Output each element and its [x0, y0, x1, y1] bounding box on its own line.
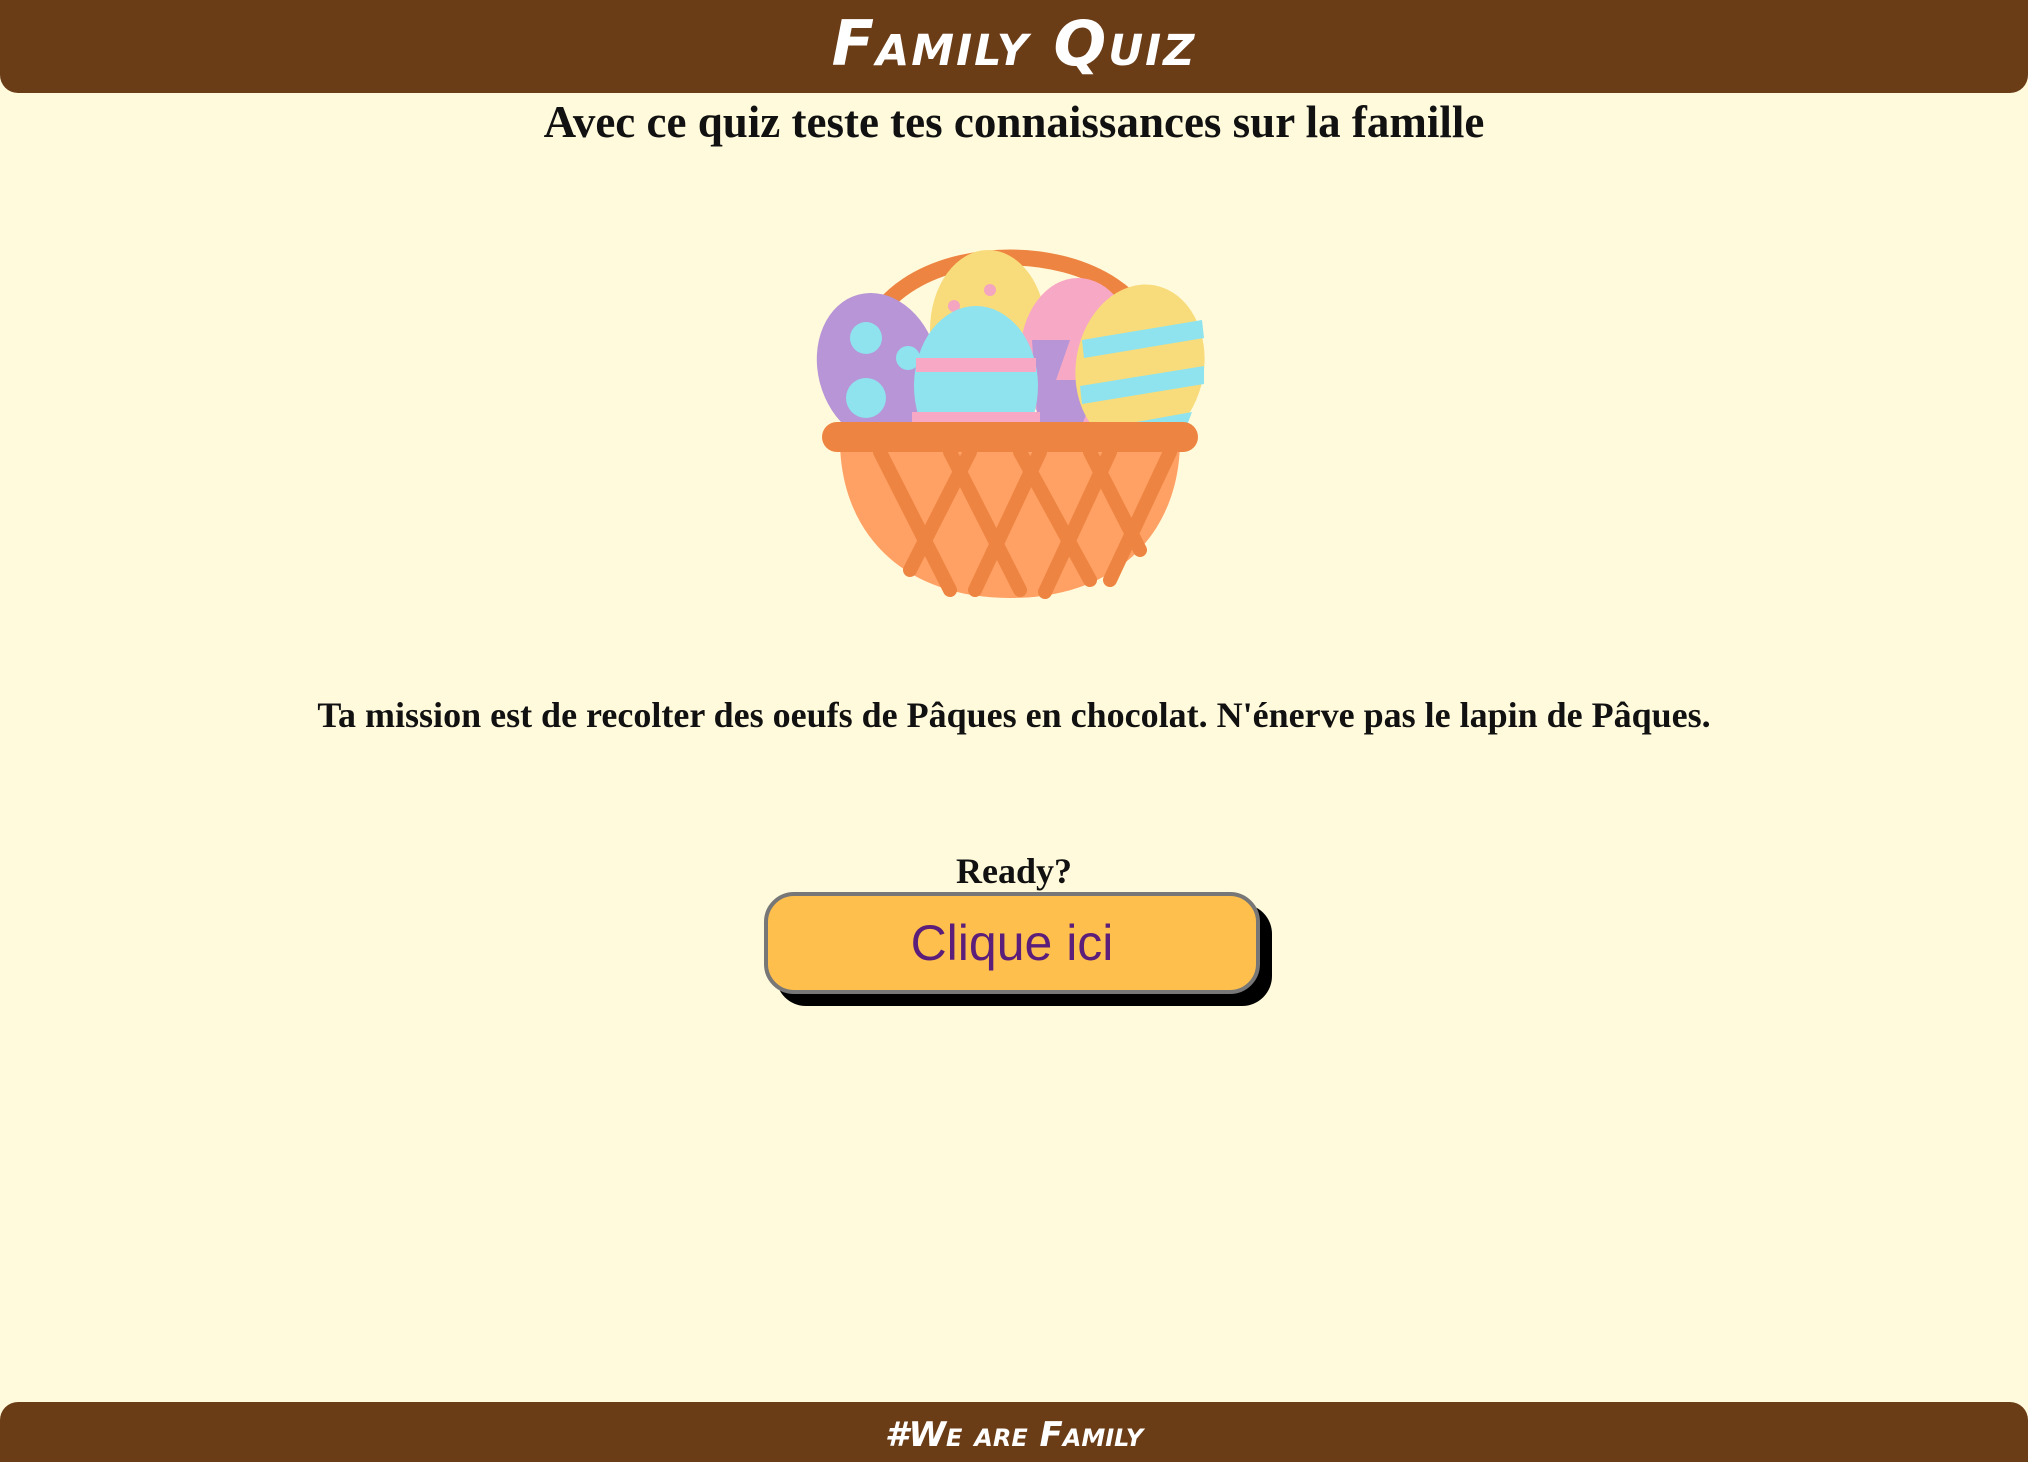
start-quiz-button[interactable]: Clique ici [764, 892, 1260, 994]
footer-hashtag: #We are Family [884, 1415, 1144, 1455]
header-bar: Family Quiz [0, 0, 2028, 93]
ready-prompt: Ready? [956, 851, 1072, 891]
page-subtitle: Avec ce quiz teste tes connaissances sur… [543, 97, 1485, 147]
app-title: Family Quiz [831, 6, 1197, 80]
start-quiz-button-label: Clique ici [910, 915, 1114, 971]
footer-bar: #We are Family [0, 1402, 2028, 1462]
mission-text: Ta mission est de recolter des oeufs de … [317, 695, 1711, 735]
easter-basket-icon [800, 190, 1220, 610]
